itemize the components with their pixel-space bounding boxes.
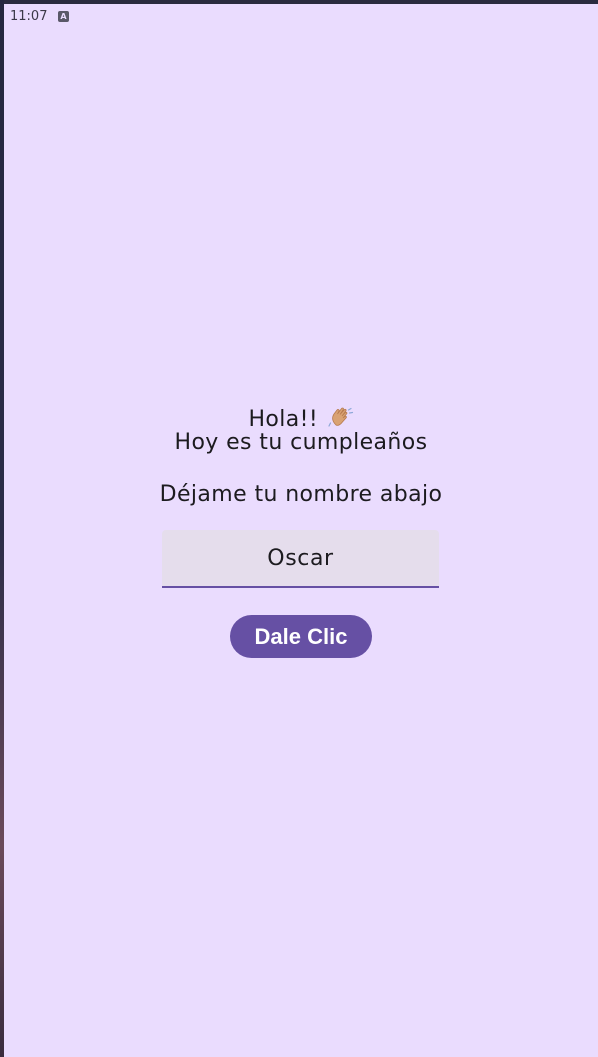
greeting-line: Hola!! xyxy=(4,405,598,433)
a-icon: A xyxy=(58,11,69,22)
name-prompt: Déjame tu nombre abajo xyxy=(159,482,443,507)
status-time: 11:07 xyxy=(10,9,48,24)
waving-hand-icon xyxy=(327,407,353,427)
app-screen: 11:07 A Hola!! Hoy es tu cumpleaños Déja… xyxy=(4,4,598,1057)
name-field[interactable] xyxy=(162,530,439,588)
dale-clic-button[interactable]: Dale Clic xyxy=(230,615,372,658)
birthday-subtitle: Hoy es tu cumpleaños xyxy=(174,430,428,455)
status-bar: 11:07 A xyxy=(4,4,598,30)
name-input[interactable] xyxy=(162,530,439,586)
greeting-text: Hola!! xyxy=(248,407,319,432)
